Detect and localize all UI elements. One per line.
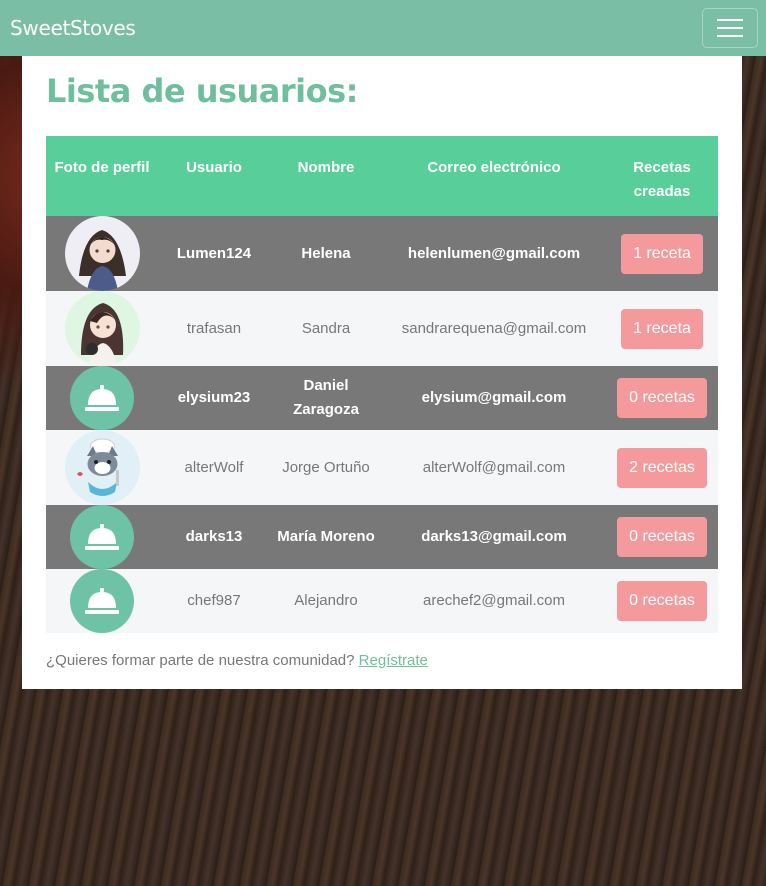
recetas-badge[interactable]: 1 receta — [621, 308, 703, 349]
users-card: Lista de usuarios: Foto de perfil Usuari… — [22, 56, 742, 689]
signup-prompt: ¿Quieres formar parte de nuestra comunid… — [46, 652, 428, 669]
service-bell-icon — [70, 366, 134, 430]
register-link[interactable]: Regístrate — [359, 652, 428, 669]
cell-correo: helenlumen@gmail.com — [407, 244, 581, 262]
recetas-badge[interactable]: 0 recetas — [617, 378, 707, 418]
cell-nombre: Helena — [301, 244, 351, 262]
cell-correo: arechef2@gmail.com — [423, 592, 565, 609]
cell-nombre: Sandra — [301, 319, 351, 337]
table-row: Lumen124 Helena helenlumen@gmail.com 1 r… — [46, 216, 718, 291]
menu-toggle-button[interactable] — [702, 8, 758, 48]
recetas-badge[interactable]: 0 recetas — [617, 581, 707, 621]
brand-logo[interactable]: SweetStoves — [10, 16, 136, 40]
header-correo: Correo electrónico — [427, 159, 561, 176]
recetas-badge[interactable]: 0 recetas — [617, 517, 707, 557]
girl-headphones-avatar-image — [64, 291, 140, 366]
page-title: Lista de usuarios: — [46, 72, 358, 110]
hamburger-icon — [717, 19, 743, 21]
header-foto: Foto de perfil — [54, 159, 150, 176]
service-bell-icon — [70, 569, 134, 633]
table-row: chef987 Alejandro arechef2@gmail.com 0 r… — [46, 569, 718, 633]
cell-nombre: María Moreno — [277, 528, 375, 545]
table-row: alterWolf Jorge Ortuño alterWolf@gmail.c… — [46, 430, 718, 505]
cell-nombre: Jorge Ortuño — [282, 458, 370, 476]
recetas-badge[interactable]: 1 receta — [621, 233, 703, 274]
chef-wolf-avatar-image — [64, 430, 140, 505]
cell-usuario: trafasan — [186, 319, 242, 337]
cell-usuario: darks13 — [185, 528, 243, 545]
cell-usuario: Lumen124 — [176, 244, 252, 262]
cell-correo: elysium@gmail.com — [421, 389, 567, 406]
table-row: darks13 María Moreno darks13@gmail.com 0… — [46, 505, 718, 569]
header-usuario: Usuario — [186, 159, 242, 176]
cell-correo: sandrarequena@gmail.com — [401, 319, 587, 337]
cell-nombre: Alejandro — [294, 592, 358, 609]
cell-correo: alterWolf@gmail.com — [422, 458, 566, 476]
header-nombre: Nombre — [297, 159, 355, 176]
navbar: SweetStoves — [0, 0, 766, 56]
service-bell-icon — [70, 505, 134, 569]
table-header-row: Foto de perfil Usuario Nombre Correo ele… — [46, 136, 718, 216]
girl-avatar-image — [64, 216, 140, 291]
header-recetas: Recetas creadas — [633, 159, 691, 200]
table-row: elysium23 Daniel Zaragoza elysium@gmail.… — [46, 366, 718, 430]
cell-correo: darks13@gmail.com — [421, 528, 567, 545]
cell-usuario: alterWolf — [184, 458, 244, 476]
cell-nombre: Daniel Zaragoza — [293, 377, 359, 418]
recetas-badge[interactable]: 2 recetas — [617, 447, 707, 488]
table-row: trafasan Sandra sandrarequena@gmail.com … — [46, 291, 718, 366]
cell-usuario: chef987 — [187, 592, 241, 609]
signup-prompt-text: ¿Quieres formar parte de nuestra comunid… — [46, 652, 355, 669]
cell-usuario: elysium23 — [177, 389, 251, 406]
users-table: Foto de perfil Usuario Nombre Correo ele… — [46, 136, 718, 633]
